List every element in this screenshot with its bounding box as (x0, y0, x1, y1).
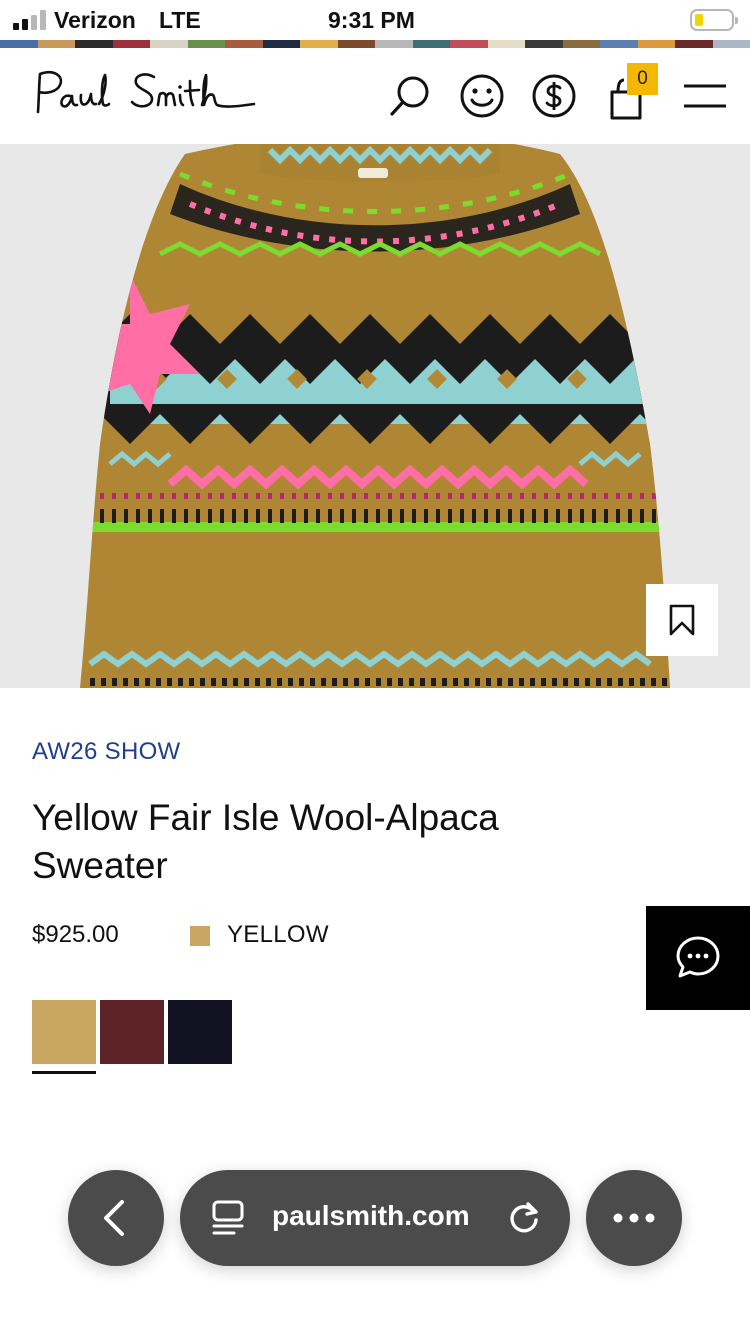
product-title: Yellow Fair Isle Wool-Alpaca Sweater (32, 797, 499, 886)
more-icon (613, 1213, 655, 1223)
stripe-segment (525, 40, 563, 48)
status-time: 9:31 PM (328, 7, 415, 33)
menu-button[interactable] (676, 68, 732, 124)
brand-logo[interactable] (30, 66, 256, 129)
chat-icon (676, 936, 720, 978)
site-header: 0 (0, 48, 750, 144)
stripe-segment (600, 40, 638, 48)
stripe-segment (112, 40, 150, 48)
product-price: $925.00 (32, 921, 119, 948)
stripe-segment (337, 40, 375, 48)
search-icon (390, 76, 429, 116)
account-button[interactable] (454, 68, 510, 124)
selected-colour-name: YELLOW (227, 921, 329, 948)
signal-icon (13, 10, 47, 30)
wishlist-button[interactable] (646, 584, 718, 656)
stripe-segment (75, 40, 113, 48)
brand-stripe (0, 40, 750, 48)
stripe-segment (262, 40, 300, 48)
sweater-image (80, 144, 670, 688)
network-label: LTE (159, 7, 201, 33)
stripe-segment (675, 40, 713, 48)
swatch-yellow[interactable] (32, 1000, 96, 1064)
status-bar: Verizon LTE 9:31 PM (0, 0, 750, 40)
stripe-segment (225, 40, 263, 48)
url-text: paulsmith.com (272, 1200, 470, 1231)
carrier-label: Verizon (54, 7, 136, 33)
collection-link[interactable]: AW26 SHOW (32, 738, 181, 766)
tabs-icon (212, 1200, 244, 1235)
browser-more-button[interactable] (586, 1170, 682, 1266)
stripe-segment (37, 40, 75, 48)
stripe-segment (150, 40, 188, 48)
stripe-segment (0, 40, 38, 48)
stripe-segment (450, 40, 488, 48)
stripe-segment (712, 40, 750, 48)
stripe-segment (300, 40, 338, 48)
search-button[interactable] (382, 68, 438, 124)
stripe-segment (562, 40, 600, 48)
browser-back-button[interactable] (68, 1170, 164, 1266)
battery-icon (690, 9, 738, 31)
stripe-segment (637, 40, 675, 48)
stripe-segment (487, 40, 525, 48)
currency-button[interactable] (526, 68, 582, 124)
stripe-segment (412, 40, 450, 48)
bag-count-badge: 0 (627, 63, 658, 95)
swatch-burgundy[interactable] (100, 1000, 164, 1064)
selected-colour-chip (190, 926, 210, 946)
selected-swatch-indicator (32, 1071, 96, 1074)
reload-icon[interactable] (506, 1200, 542, 1236)
stripe-segment (187, 40, 225, 48)
back-icon (104, 1200, 124, 1236)
menu-icon (684, 84, 726, 108)
currency-icon (532, 74, 576, 118)
account-icon (460, 74, 504, 118)
bookmark-icon (669, 604, 695, 636)
product-image[interactable] (0, 144, 750, 688)
chat-button[interactable] (646, 906, 750, 1010)
swatch-navy[interactable] (168, 1000, 232, 1064)
stripe-segment (375, 40, 413, 48)
address-bar[interactable]: paulsmith.com (180, 1170, 570, 1266)
